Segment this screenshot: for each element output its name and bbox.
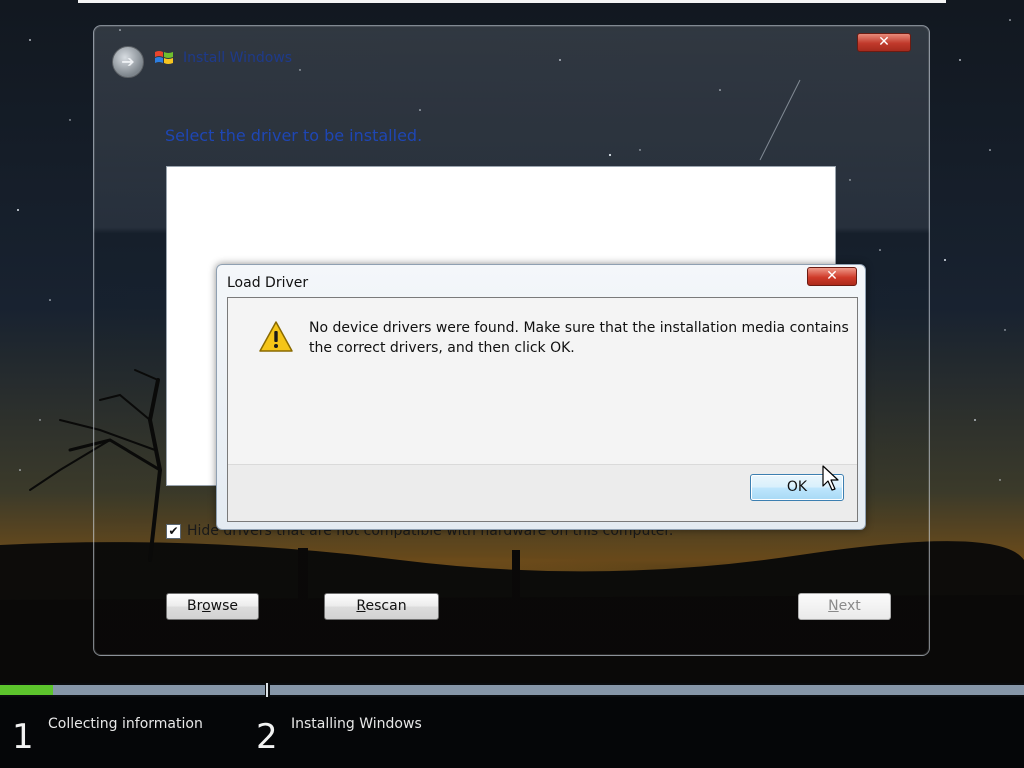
browse-label-part: wse bbox=[210, 598, 238, 614]
warning-icon bbox=[259, 321, 293, 352]
dialog-body: No device drivers were found. Make sure … bbox=[227, 297, 858, 522]
mouse-cursor-icon bbox=[822, 465, 839, 491]
next-button[interactable]: Next bbox=[798, 593, 891, 620]
top-white-bar bbox=[78, 0, 946, 3]
progress-divider bbox=[266, 683, 268, 697]
dialog-content: No device drivers were found. Make sure … bbox=[228, 298, 857, 464]
progress-segment-installing bbox=[270, 685, 1024, 695]
dialog-close-button[interactable]: ✕ bbox=[807, 267, 857, 286]
browse-button[interactable]: Browse bbox=[166, 593, 259, 620]
rescan-button[interactable]: Rescan bbox=[324, 593, 439, 620]
browse-accelerator: o bbox=[202, 598, 211, 614]
close-icon: ✕ bbox=[878, 34, 890, 50]
next-accelerator: N bbox=[828, 598, 839, 614]
setup-steps: 1 Collecting information 2 Installing Wi… bbox=[0, 697, 1024, 768]
next-label-part: ext bbox=[838, 598, 861, 614]
step-number: 2 bbox=[256, 717, 278, 757]
hide-incompatible-checkbox[interactable]: ✔ bbox=[166, 523, 181, 539]
close-icon: ✕ bbox=[826, 268, 838, 284]
load-driver-dialog: Load Driver ✕ No device drivers were fou… bbox=[216, 264, 866, 530]
step-number: 1 bbox=[12, 717, 34, 757]
dialog-footer: OK bbox=[228, 464, 857, 521]
back-arrow-button[interactable]: ➔ bbox=[112, 46, 144, 78]
progress-fill bbox=[0, 685, 53, 695]
setup-progress-bar bbox=[0, 683, 1024, 697]
dialog-title: Load Driver bbox=[227, 275, 309, 291]
rescan-label-part: escan bbox=[365, 598, 407, 614]
page-heading: Select the driver to be installed. bbox=[165, 126, 423, 145]
window-title: Install Windows bbox=[183, 50, 293, 66]
windows-logo-icon bbox=[155, 51, 173, 64]
step-label: Collecting information bbox=[48, 716, 203, 732]
checkmark-icon: ✔ bbox=[168, 524, 179, 538]
progress-segment-collecting bbox=[0, 685, 265, 695]
rescan-accelerator: R bbox=[356, 598, 366, 614]
back-arrow-icon: ➔ bbox=[121, 52, 135, 71]
step-label: Installing Windows bbox=[291, 716, 422, 732]
close-button[interactable]: ✕ bbox=[857, 33, 911, 52]
dialog-message: No device drivers were found. Make sure … bbox=[309, 320, 849, 356]
browse-label-part: Br bbox=[187, 598, 203, 614]
